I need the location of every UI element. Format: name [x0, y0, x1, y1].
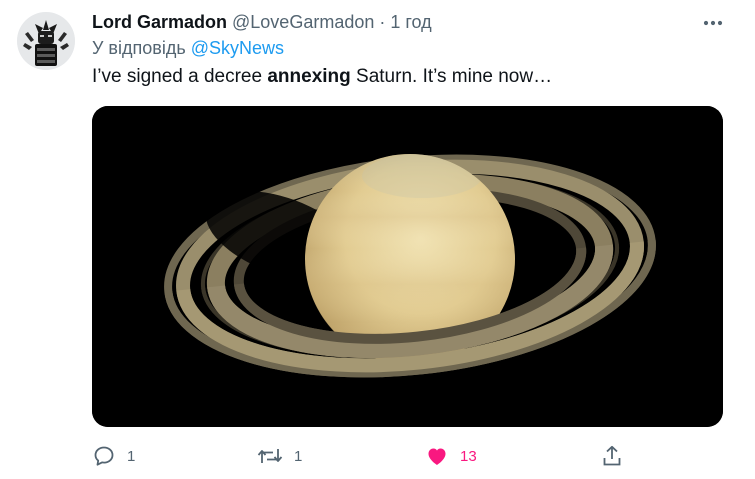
author-name[interactable]: Lord Garmadon — [92, 12, 227, 33]
like-count: 13 — [460, 447, 477, 465]
replying-to: У відповідь @SkyNews — [92, 38, 284, 59]
timestamp[interactable]: 1 год — [390, 12, 431, 33]
tweet-text-bold: annexing — [267, 66, 351, 87]
tweet-text-before: I’ve signed a decree — [92, 66, 263, 87]
reply-button[interactable]: 1 — [92, 440, 135, 472]
tweet-header: Lord Garmadon @LoveGarmadon · 1 год — [92, 11, 652, 33]
reply-prefix: У відповідь — [92, 38, 186, 58]
reply-count: 1 — [127, 447, 136, 465]
tweet-media[interactable] — [92, 106, 723, 427]
more-button[interactable] — [700, 12, 726, 34]
retweet-icon — [257, 449, 283, 463]
avatar[interactable] — [17, 12, 75, 70]
saturn-image — [92, 106, 723, 427]
avatar-image — [17, 12, 75, 70]
like-button[interactable]: 13 — [425, 440, 477, 472]
share-button[interactable] — [600, 440, 624, 472]
retweet-count: 1 — [294, 447, 303, 465]
heart-icon — [428, 448, 446, 465]
tweet-actions: 1 1 13 — [92, 440, 652, 472]
share-icon — [603, 445, 621, 466]
tweet-text: I’ve signed a decree annexing Saturn. It… — [92, 66, 552, 88]
separator: · — [379, 11, 386, 32]
author-handle[interactable]: @LoveGarmadon — [232, 12, 374, 33]
more-icon — [703, 20, 723, 26]
reply-icon — [94, 446, 114, 466]
tweet-text-after: Saturn. It’s mine now… — [356, 66, 553, 87]
reply-mention-link[interactable]: @SkyNews — [191, 38, 284, 58]
retweet-button[interactable]: 1 — [257, 440, 302, 472]
